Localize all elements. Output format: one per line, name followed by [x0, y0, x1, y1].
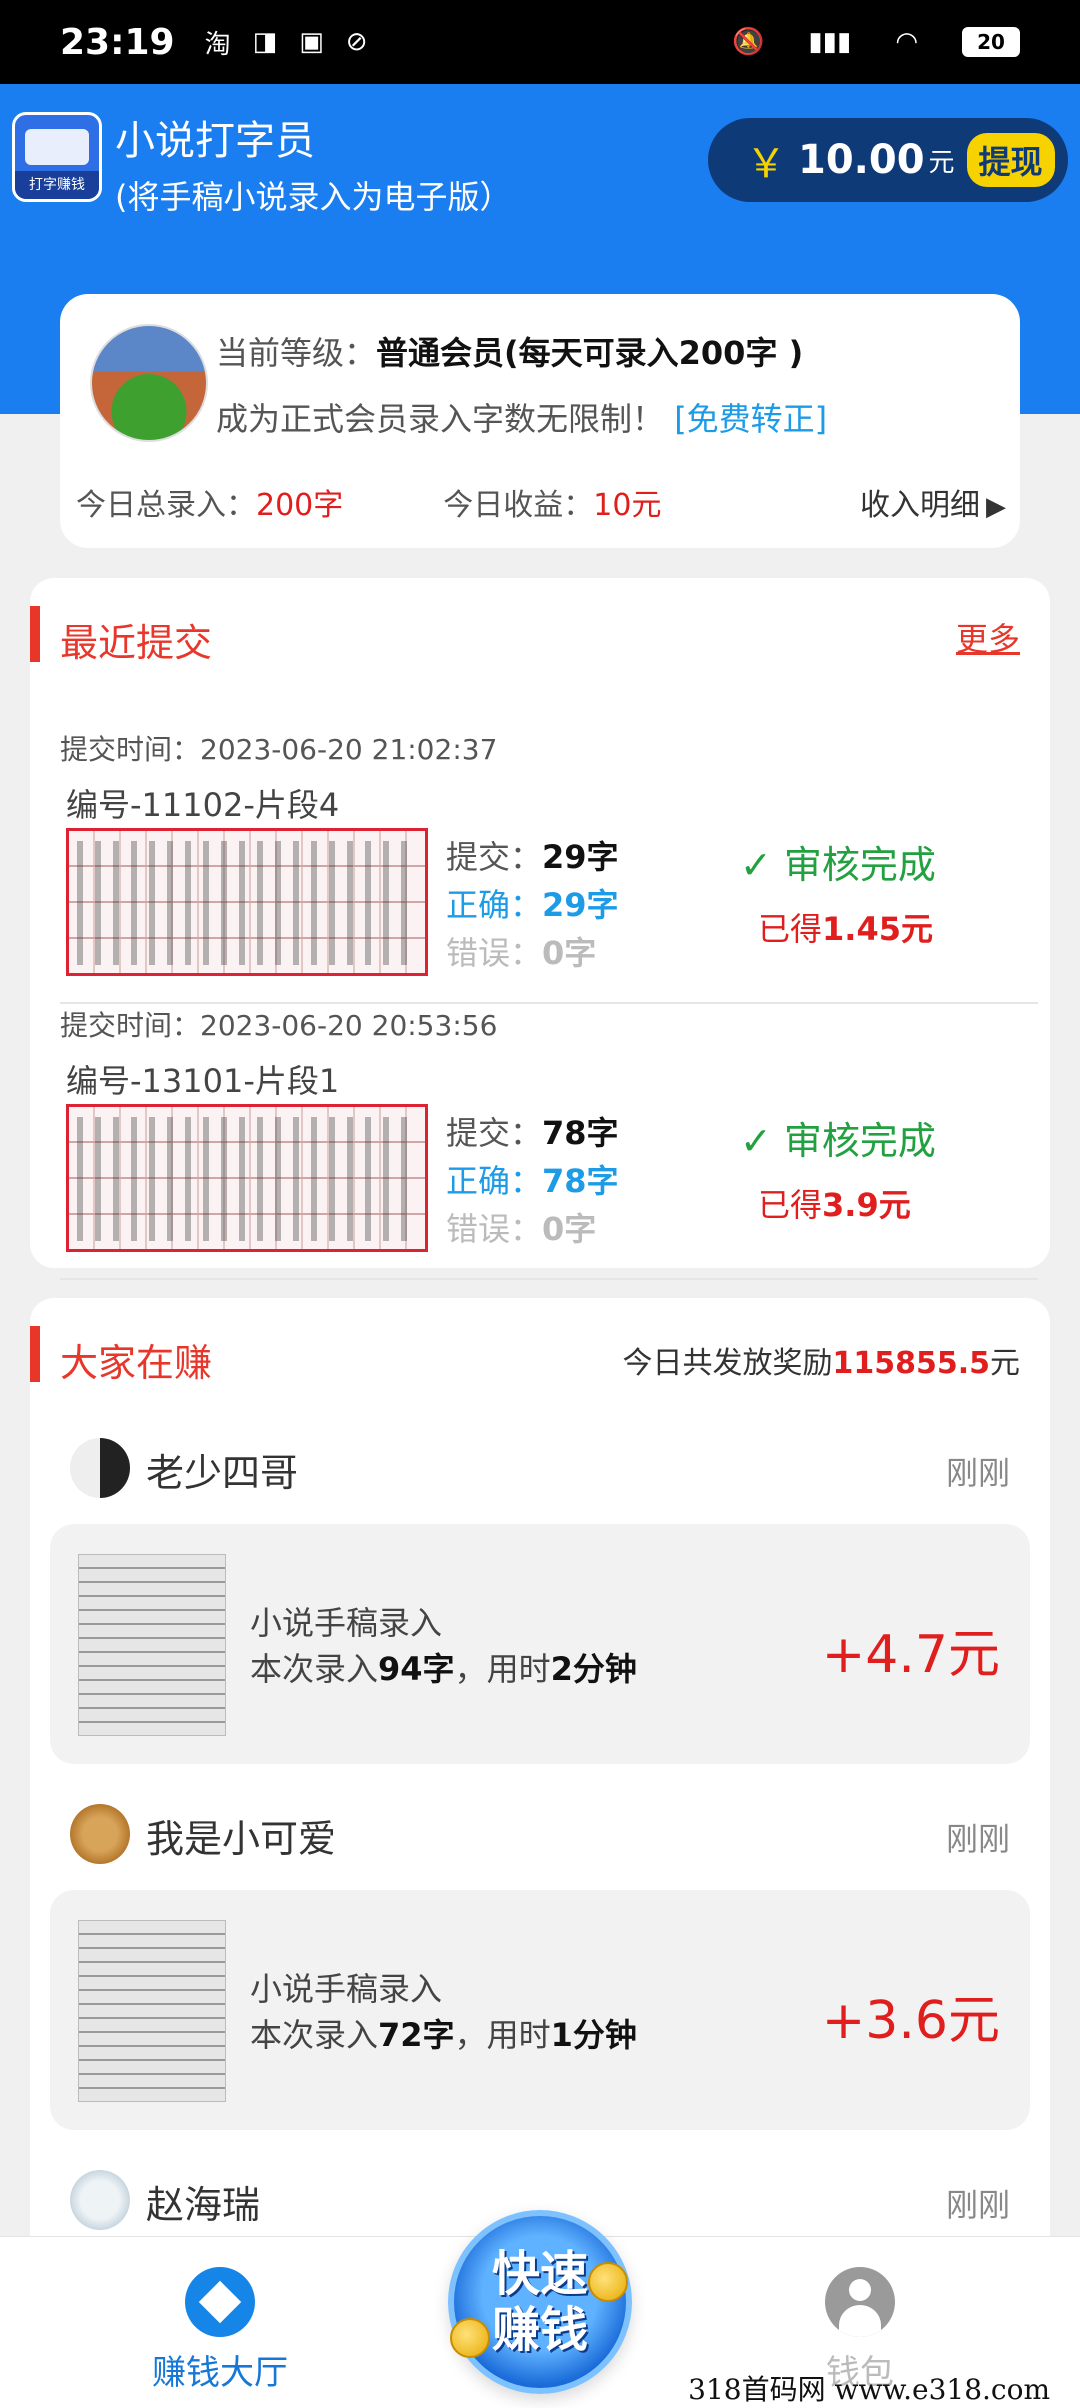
divider	[60, 1278, 1038, 1280]
quick-earn-label: 快速 赚钱	[491, 2246, 588, 2358]
balance-amount: 10.00	[798, 137, 925, 183]
taobao-notif-icon: 淘	[204, 29, 231, 60]
keyboard-icon	[25, 129, 89, 165]
app-logo-tag: 打字赚钱	[15, 171, 99, 199]
error-count: 错误：0字	[446, 934, 597, 972]
status-time: 23:19	[60, 21, 175, 63]
post-time: 刚刚	[945, 1820, 1010, 1858]
task-title: 小说手稿录入	[250, 1970, 443, 2008]
income-detail-link[interactable]: 收入明细 ▶	[860, 480, 1006, 524]
correct-count: 正确：78字	[446, 1162, 619, 1200]
feed-title: 大家在赚	[60, 1341, 213, 1385]
submission-time: 提交时间：2023-06-20 20:53:56	[60, 1009, 498, 1042]
more-link[interactable]: 更多	[956, 614, 1020, 660]
feed-card[interactable]: 小说手稿录入 本次录入94字，用时2分钟 +4.7元	[50, 1524, 1030, 1764]
status-bar: 23:19 淘 ◨ ▣ ⊘ 🔕 ▮▮▮ ◠ 20	[0, 0, 1080, 84]
today-total-label: 今日总录入：	[76, 488, 256, 523]
app-logo: 打字赚钱	[12, 112, 102, 202]
post-time: 刚刚	[945, 2186, 1010, 2224]
user-name: 赵海瑞	[146, 2183, 261, 2227]
doc-notif-icon: ◨	[252, 27, 278, 57]
income-detail-label: 收入明细	[860, 488, 980, 523]
feed-header: 大家在赚 今日共发放奖励115855.5元	[30, 1298, 1050, 1418]
person-icon	[825, 2267, 895, 2337]
user-name: 老少四哥	[146, 1451, 299, 1495]
today-total-value: 200字	[256, 488, 344, 523]
submission-code: 编号-11102-片段4	[66, 786, 340, 824]
level-label: 当前等级：	[216, 334, 377, 372]
task-desc: 本次录入94字，用时2分钟	[250, 1650, 637, 1688]
today-stats: 今日总录入： 200字 今日收益： 10元 收入明细 ▶	[76, 480, 1006, 524]
recent-header: 最近提交 更多	[30, 578, 1050, 698]
status-right: 🔕 ▮▮▮ ◠ 20	[732, 27, 1020, 57]
yen-icon: ￥	[746, 141, 786, 187]
quick-earn-button[interactable]: 快速 赚钱	[448, 2210, 632, 2394]
error-count: 错误：0字	[446, 1210, 597, 1248]
section-marker	[30, 606, 40, 662]
recent-title: 最近提交	[60, 621, 213, 665]
feed-user-row: 我是小可爱 刚刚	[70, 1794, 1030, 1874]
manuscript-thumbnail[interactable]	[66, 1104, 428, 1252]
app-screen: 23:19 淘 ◨ ▣ ⊘ 🔕 ▮▮▮ ◠ 20 打字赚钱 小说打字员 (将手稿…	[0, 0, 1080, 2408]
section-marker	[30, 1326, 40, 1382]
app-title: 小说打字员	[115, 118, 315, 164]
earning-feed-panel: 大家在赚 今日共发放奖励115855.5元 老少四哥 刚刚 小说手稿录入 本次录…	[30, 1298, 1050, 2238]
wifi-icon: ◠	[895, 27, 918, 57]
submit-count: 提交：78字	[446, 1114, 619, 1152]
submission-item[interactable]: 提交时间：2023-06-20 21:02:37 编号-11102-片段4 提交…	[30, 728, 1050, 1004]
earned-amount: 已得1.45元	[758, 910, 933, 948]
submit-count: 提交：29字	[446, 838, 619, 876]
diamond-icon	[185, 2267, 255, 2337]
payout-summary: 今日共发放奖励115855.5元	[622, 1346, 1020, 1381]
manuscript-thumbnail	[78, 1554, 226, 1736]
today-income-value: 10元	[593, 488, 662, 523]
recent-submissions-panel: 最近提交 更多 提交时间：2023-06-20 21:02:37 编号-1110…	[30, 578, 1050, 1280]
battery-icon: 20	[962, 27, 1020, 57]
manuscript-thumbnail	[78, 1920, 226, 2102]
promo-line: 成为正式会员录入字数无限制！ [免费转正]	[216, 394, 827, 440]
mute-icon: 🔕	[732, 27, 765, 57]
promo-text: 成为正式会员录入字数无限制！	[216, 400, 665, 438]
watermark: 318首码网 www.e318.com	[688, 2373, 1050, 2406]
feed-card[interactable]: 小说手稿录入 本次录入72字，用时1分钟 +3.6元	[50, 1890, 1030, 2130]
user-name: 我是小可爱	[146, 1817, 337, 1861]
balance-unit: 元	[928, 147, 955, 178]
manuscript-thumbnail[interactable]	[66, 828, 428, 976]
task-title: 小说手稿录入	[250, 1604, 443, 1642]
level-line: 当前等级：普通会员(每天可录入200字 )	[216, 328, 803, 374]
free-upgrade-link[interactable]: [免费转正]	[674, 400, 827, 438]
caret-right-icon: ▶	[986, 492, 1006, 522]
signal-icon: ▮▮▮	[808, 27, 852, 57]
check-icon: ✓	[740, 1119, 784, 1163]
submission-item[interactable]: 提交时间：2023-06-20 20:53:56 编号-13101-片段1 提交…	[30, 1004, 1050, 1280]
member-card: 当前等级：普通会员(每天可录入200字 ) 成为正式会员录入字数无限制！ [免费…	[60, 294, 1020, 548]
feed-user-row: 老少四哥 刚刚	[70, 1428, 1030, 1508]
avatar	[70, 2170, 130, 2230]
submission-code: 编号-13101-片段1	[66, 1062, 340, 1100]
post-time: 刚刚	[945, 1454, 1010, 1492]
box-notif-icon: ▣	[299, 27, 324, 57]
app-notif-icon: ⊘	[345, 27, 368, 57]
nav-earning-hall-label: 赚钱大厅	[152, 2353, 288, 2393]
avatar[interactable]	[90, 324, 208, 442]
reward-amount: +4.7元	[821, 1625, 1000, 1685]
earned-amount: 已得3.9元	[758, 1186, 911, 1224]
reward-amount: +3.6元	[821, 1991, 1000, 2051]
avatar	[70, 1804, 130, 1864]
balance-pill[interactable]: ￥ 10.00 元 提现	[708, 118, 1068, 202]
app-subtitle: (将手稿小说录入为电子版）	[115, 178, 512, 216]
withdraw-button[interactable]: 提现	[966, 133, 1055, 187]
audit-status: ✓ 审核完成	[740, 843, 936, 887]
level-value: 普通会员(每天可录入200字 )	[376, 334, 804, 372]
check-icon: ✓	[740, 843, 784, 887]
coin-icon	[450, 2318, 490, 2358]
submission-time: 提交时间：2023-06-20 21:02:37	[60, 733, 498, 766]
correct-count: 正确：29字	[446, 886, 619, 924]
today-income-label: 今日收益：	[443, 488, 594, 523]
coin-icon	[588, 2262, 628, 2302]
avatar	[70, 1438, 130, 1498]
nav-earning-hall[interactable]: 赚钱大厅	[110, 2267, 330, 2394]
task-desc: 本次录入72字，用时1分钟	[250, 2016, 637, 2054]
audit-status: ✓ 审核完成	[740, 1119, 936, 1163]
